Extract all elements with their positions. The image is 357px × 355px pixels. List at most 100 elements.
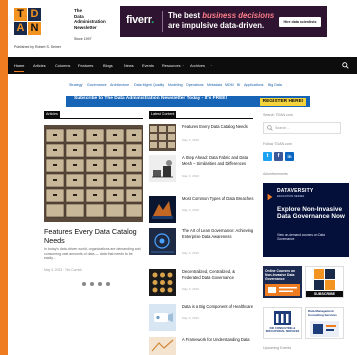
fiverr-logo-text: fiverr: [126, 14, 152, 26]
logo-tile-t: T: [14, 8, 27, 21]
latest-title[interactable]: A Step Ahead: Data Fabric and Data Mesh …: [182, 155, 254, 166]
search-section-label: Search TDAN.com: [263, 113, 293, 117]
tdan-subscribe-ad[interactable]: SUBSCRIBE: [305, 266, 344, 298]
latest-thumb-4: [149, 228, 176, 255]
twitter-icon[interactable]: t: [263, 152, 272, 161]
latest-title[interactable]: Most Common Types of Data Breaches: [182, 196, 254, 202]
fiverr-logo-dot: .: [151, 14, 154, 26]
latest-title[interactable]: The Art of Lean Governance: Achieving En…: [182, 228, 254, 239]
consulting-ad-text: Data Management Consulting Services: [308, 309, 337, 317]
ad-line-1: The best: [168, 11, 203, 20]
archives-chevron-down-icon: ⌄: [210, 63, 213, 67]
topic-strategy[interactable]: Strategy: [69, 79, 82, 91]
latest-thumb-2: [149, 155, 176, 182]
latest-thumb-1: [149, 124, 176, 151]
header-ad-banner[interactable]: fiverr. The best business decisions are …: [120, 6, 327, 37]
carousel-dot-1[interactable]: [82, 282, 86, 286]
latest-item[interactable]: The Art of Lean Governance: Achieving En…: [149, 228, 253, 258]
fiverr-logo: fiverr.: [126, 14, 154, 26]
left-edge-accent: [0, 0, 8, 355]
latest-item[interactable]: A Step Ahead: Data Fabric and Data Mesh …: [149, 155, 253, 185]
featured-article-image[interactable]: [44, 125, 143, 222]
latest-title[interactable]: Decentralized, Centralized, & Federated …: [182, 269, 254, 280]
ad-headline: The best business decisions are impulsiv…: [168, 11, 288, 30]
linkedin-icon[interactable]: in: [285, 152, 294, 161]
articles-heading: Articles: [44, 111, 60, 118]
facebook-icon[interactable]: f: [274, 152, 283, 161]
kik-consulting-ad[interactable]: KIK CONSULTING & EDUCATIONAL SERVICES: [263, 307, 302, 339]
topic-applications[interactable]: Applications: [244, 79, 263, 91]
featured-article-meta: May 3, 2023 · Tim Currick: [44, 268, 82, 272]
topic-nav: Strategy Governance Architecture Data Mg…: [8, 79, 357, 91]
topic-modeling[interactable]: Modeling: [168, 79, 183, 91]
latest-item[interactable]: Features Every Data Catalog Needs May 3,…: [149, 124, 253, 154]
search-icon: [267, 125, 273, 131]
search-icon[interactable]: [342, 62, 349, 69]
dataversity-headline: Explore Non-Invasive Data Governance Now: [277, 206, 345, 221]
latest-heading: Latest Content: [149, 111, 177, 118]
latest-item[interactable]: Decentralized, Centralized, & Federated …: [149, 269, 253, 299]
ad-line-2: are impulsive data-driven.: [168, 20, 265, 30]
dataversity-ad[interactable]: DATAVERSITY EDUCATION SERIES Explore Non…: [263, 183, 349, 257]
kik-logo-icon: [274, 311, 291, 325]
nav-blogs[interactable]: Blogs: [103, 57, 113, 74]
latest-thumb-5: [149, 269, 176, 296]
topic-mdm[interactable]: MDM: [225, 79, 234, 91]
latest-title[interactable]: A Framework for Understanding Data: [182, 337, 254, 343]
latest-title[interactable]: Data is a Big Component of Healthcare: [182, 304, 254, 310]
consulting-services-ad[interactable]: Data Management Consulting Services: [305, 307, 344, 339]
nav-archives[interactable]: Archives: [190, 57, 205, 74]
latest-date: May 3, 2023: [182, 251, 200, 255]
carousel-dot-4[interactable]: [106, 282, 110, 286]
featured-article-excerpt: In today's data-driven world, organizati…: [44, 247, 141, 261]
nav-news[interactable]: News: [124, 57, 134, 74]
logo-tile-a: A: [14, 22, 27, 35]
nav-features[interactable]: Features: [78, 57, 93, 74]
topic-metadata[interactable]: Metadata: [207, 79, 222, 91]
latest-thumb-3: [149, 196, 176, 223]
follow-section-label: Follow TDAN.com: [263, 142, 292, 146]
filing-cabinet-image: [44, 125, 143, 222]
topic-data-mgmt[interactable]: Data Mgmt: [134, 79, 152, 91]
search-placeholder: Search ...: [275, 126, 291, 130]
resources-chevron-down-icon: ⌄: [182, 63, 185, 67]
latest-thumb-6: [149, 304, 176, 331]
kik-ad-text: KIK CONSULTING & EDUCATIONAL SERVICES: [265, 327, 300, 334]
nav-home[interactable]: Home: [14, 57, 25, 74]
nav-resources[interactable]: Resources: [162, 57, 181, 74]
dataversity-sub: View on-demand courses on Data Governanc…: [277, 233, 325, 241]
advertisements-label: Advertisements: [263, 172, 288, 176]
featured-article-title[interactable]: Features Every Data Catalog Needs: [44, 227, 144, 245]
tdan-logo[interactable]: T D A N: [14, 8, 70, 36]
ad-divider: [162, 11, 163, 32]
ad-line-1-emphasis: business decisions: [202, 11, 275, 20]
ad-cta-button[interactable]: Hire data scientists: [279, 17, 321, 27]
topic-bi[interactable]: BI: [237, 79, 240, 91]
latest-item[interactable]: Data is a Big Component of Healthcare Ma…: [149, 304, 253, 334]
nav-articles[interactable]: Articles: [33, 57, 46, 74]
logo-tile-n: N: [28, 22, 41, 35]
latest-date: May 3, 2023: [182, 316, 200, 320]
topic-quality[interactable]: Quality: [153, 79, 164, 91]
latest-date: May 3, 2023: [182, 174, 200, 178]
nav-columns[interactable]: Columns: [55, 57, 70, 74]
carousel-dot-2[interactable]: [90, 282, 94, 286]
latest-item[interactable]: A Framework for Understanding Data: [149, 337, 253, 355]
topic-big-data[interactable]: Big Data: [268, 79, 282, 91]
dataversity-brand-sub: EDUCATION SERIES: [277, 194, 305, 198]
sidebar-search-input[interactable]: Search ...: [263, 122, 341, 134]
nidg-ad-text: Online Courses on Non-Invasive Data Gove…: [265, 269, 296, 282]
nav-events[interactable]: Events: [142, 57, 154, 74]
carousel-dots: [82, 282, 112, 287]
register-button[interactable]: REGISTER HERE!: [260, 97, 306, 106]
latest-item[interactable]: Most Common Types of Data Breaches May 3…: [149, 196, 253, 226]
site-header: T D A N The Data Administration Newslett…: [8, 0, 357, 56]
topic-governance[interactable]: Governance: [87, 79, 107, 91]
articles-rule: [44, 118, 143, 119]
nidg-courses-ad[interactable]: Online Courses on Non-Invasive Data Gove…: [263, 266, 302, 298]
topic-architecture[interactable]: Architecture: [110, 79, 129, 91]
latest-title[interactable]: Features Every Data Catalog Needs: [182, 124, 254, 130]
carousel-dot-3[interactable]: [98, 282, 102, 286]
published-by: Published by Robert S. Seiner: [14, 45, 61, 49]
topic-operations[interactable]: Operations: [186, 79, 204, 91]
